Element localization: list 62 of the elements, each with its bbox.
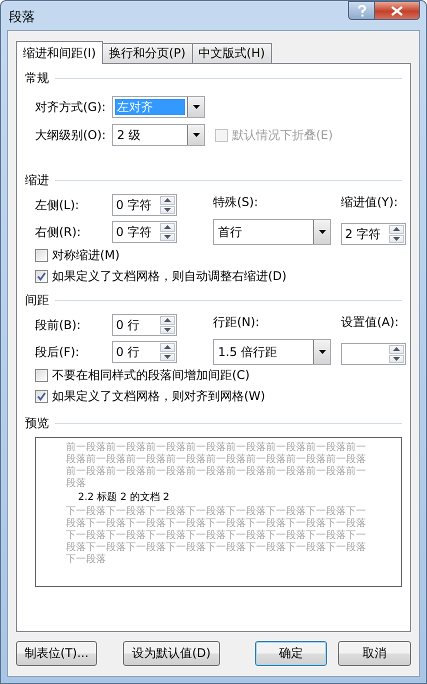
field-label: 左侧(L): bbox=[35, 196, 80, 214]
preview-sample-text: 2.2 标题 2 的文档 2 bbox=[77, 492, 170, 504]
dialog-button[interactable]: 制表位(T)... bbox=[16, 640, 97, 666]
down-arrow-icon bbox=[164, 208, 171, 212]
preview-text: 前一段落前一段落前一段落前一段落前一段落前一段落前一段落前一段落前一段落前一段落前一段落前一段落前一段落前一段落前一段落前一段落前一段落前一段落前一段落前一段落前一段落前一段落前一段落 bbox=[66, 442, 367, 490]
field-label: 段前(B): bbox=[35, 316, 82, 334]
tab[interactable]: 换行和分页(P) bbox=[102, 43, 193, 63]
section-heading: 常规 bbox=[25, 70, 49, 86]
field-label: 段后(F): bbox=[35, 344, 80, 360]
down-arrow-icon bbox=[164, 328, 171, 332]
window-title: 段落 bbox=[9, 9, 35, 26]
field-label: 大纲级别(O): bbox=[35, 126, 107, 144]
checkbox-label: 如果定义了文档网格，则对齐到网格(W) bbox=[52, 388, 266, 405]
spacing-after-spinbox[interactable]: 0 行 bbox=[112, 341, 177, 363]
dialog-button[interactable]: 确定 bbox=[254, 640, 327, 666]
down-arrow-icon bbox=[393, 356, 400, 361]
tab[interactable]: 中文版式(H) bbox=[192, 43, 272, 63]
checkbox-label: 不要在相同样式的段落间增加间距(C) bbox=[52, 367, 250, 384]
up-arrow-icon bbox=[164, 345, 171, 350]
dropdown-arrow-icon bbox=[192, 105, 200, 109]
help-button[interactable] bbox=[348, 1, 375, 20]
checkbox[interactable] bbox=[35, 390, 48, 403]
dropdown-arrow-icon bbox=[192, 133, 200, 137]
checkbox[interactable] bbox=[35, 249, 48, 262]
tab[interactable]: 缩进和间距(I) bbox=[16, 41, 103, 64]
special-indent-dropdown[interactable]: 首行 bbox=[213, 219, 331, 245]
field-label: 特殊(S): bbox=[213, 194, 260, 210]
section-heading: 预览 bbox=[25, 414, 49, 432]
down-arrow-icon bbox=[393, 236, 400, 241]
field-label: 右侧(R): bbox=[35, 224, 82, 240]
checkbox-label: 对称缩进(M) bbox=[52, 247, 120, 264]
up-arrow-icon bbox=[164, 318, 171, 322]
line-spacing-dropdown[interactable]: 1.5 倍行距 bbox=[213, 339, 331, 365]
field-label: 缩进值(Y): bbox=[341, 194, 399, 210]
checkbox-label: 如果定义了文档网格，则自动调整右缩进(D) bbox=[52, 268, 287, 285]
indent-value-spinbox[interactable]: 2 字符 bbox=[341, 223, 406, 245]
up-arrow-icon bbox=[393, 227, 400, 232]
checkbox[interactable] bbox=[35, 270, 48, 283]
right-indent-spinbox[interactable]: 0 字符 bbox=[112, 221, 177, 243]
spacing-before-spinbox[interactable]: 0 行 bbox=[112, 314, 177, 336]
close-icon bbox=[391, 6, 403, 16]
dropdown-arrow-icon bbox=[318, 230, 326, 234]
field-label: 对齐方式(G): bbox=[35, 98, 107, 116]
section-heading: 缩进 bbox=[25, 172, 49, 188]
preview-text: 下一段落下一段落下一段落下一段落下一段落下一段落下一段落下一段落下一段落下一段落下一段落下一段落下一段落下一段落下一段落下一段落下一段落下一段落下一段落下一段落下一段落下一段落下一段落下一段落下一段落下一段落下一段落下一段落下一段落下一段落下一段落 bbox=[66, 506, 367, 566]
field-label: 设置值(A): bbox=[341, 314, 400, 330]
dropdown-arrow-icon bbox=[318, 350, 326, 354]
up-arrow-icon bbox=[164, 198, 171, 202]
help-icon bbox=[356, 4, 366, 16]
section-heading: 间距 bbox=[25, 292, 49, 308]
outline-level-dropdown[interactable]: 2 级 bbox=[112, 124, 205, 146]
up-arrow-icon bbox=[393, 347, 400, 352]
down-arrow-icon bbox=[164, 354, 171, 359]
down-arrow-icon bbox=[164, 234, 171, 239]
left-indent-spinbox[interactable]: 0 字符 bbox=[112, 194, 177, 216]
checkbox[interactable] bbox=[35, 369, 48, 382]
checkbox-label: 默认情况下折叠(E) bbox=[232, 126, 333, 144]
up-arrow-icon bbox=[164, 225, 171, 230]
field-label: 行距(N): bbox=[213, 314, 260, 330]
dialog-button[interactable]: 取消 bbox=[338, 640, 411, 666]
close-button[interactable] bbox=[375, 1, 420, 20]
dialog-button[interactable]: 设为默认值(D) bbox=[123, 640, 220, 666]
